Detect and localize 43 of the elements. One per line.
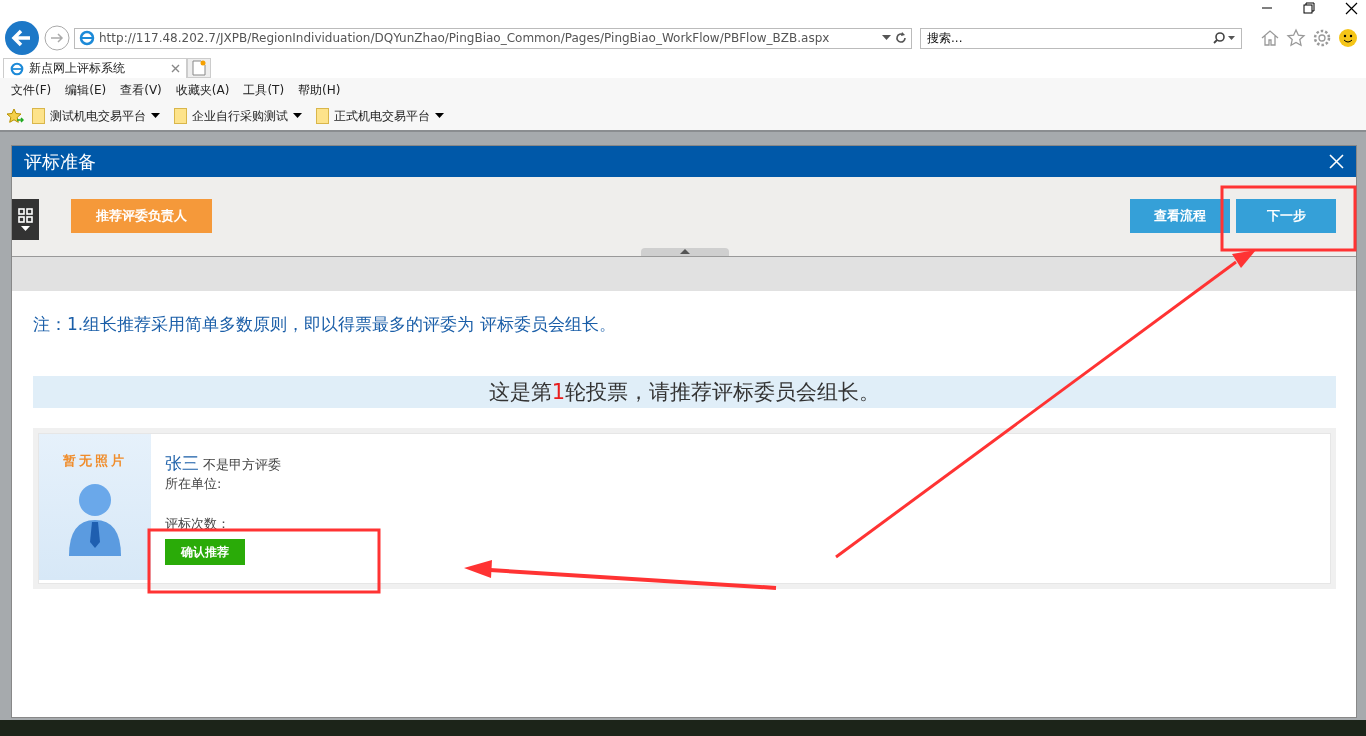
restore-icon[interactable] [1303,2,1315,14]
menu-item[interactable]: 查看(V) [113,81,169,99]
search-field[interactable]: 搜索... [920,27,1242,49]
count-label: 评标次数： [165,515,231,533]
folder-icon [174,108,187,124]
folder-icon [316,108,329,124]
caret-icon [435,113,444,119]
menu-item[interactable]: 帮助(H) [291,81,348,99]
close-icon[interactable] [1345,2,1358,15]
browser-logo-icon [10,61,24,76]
refresh-icon[interactable] [895,32,907,44]
candidate-name: 张三 [165,452,199,475]
folder-icon [32,108,45,124]
star-icon[interactable] [1286,28,1306,48]
home-icon[interactable] [1260,28,1280,48]
favorites-folder[interactable]: 企业自行采购测试 [174,107,302,125]
grid-menu-button[interactable] [12,199,39,240]
settings-icon[interactable] [1312,28,1332,48]
dialog-title: 评标准备 [24,149,96,174]
address-bar[interactable]: http://117.48.202.7/JXPB/RegionIndividuation/DQYunZhao/PingBiao_Common/Pages/PingBiao_WorkFlow/PBFlow_BZB.aspx [74,27,912,49]
unit-label: 所在单位: [165,475,223,493]
browser-logo-icon [79,30,95,46]
smiley-icon[interactable] [1338,28,1358,48]
caret-icon [21,226,30,231]
caret-icon [151,113,160,119]
menu-item[interactable]: 编辑(E) [58,81,114,99]
placeholder-text: 暂无照片 [63,452,127,470]
favorites-star-icon[interactable] [6,108,24,124]
note-text: 注：1.组长推荐采用简单多数原则，即以得票最多的评委为 评标委员会组长。 [32,313,617,336]
browser-tab[interactable]: 新点网上评标系统 [3,58,187,78]
favorites-folder[interactable]: 测试机电交易平台 [32,107,160,125]
candidate-tag: 不是甲方评委 [203,456,281,474]
menu-item[interactable]: 收藏夹(A) [168,81,237,99]
round-banner: 这是第1轮投票，请推荐评标委员会组长。 [33,376,1336,408]
back-button[interactable] [4,20,40,56]
favorites-folder[interactable]: 正式机电交易平台 [316,107,444,125]
search-icon[interactable] [1213,32,1235,44]
caret-icon [293,113,302,119]
grid-icon [18,208,33,223]
menu-item[interactable]: 工具(T) [236,81,292,99]
dropdown-icon[interactable] [882,35,891,41]
collapse-handle[interactable] [641,248,729,256]
menu-item[interactable]: 文件(F) [4,81,59,99]
